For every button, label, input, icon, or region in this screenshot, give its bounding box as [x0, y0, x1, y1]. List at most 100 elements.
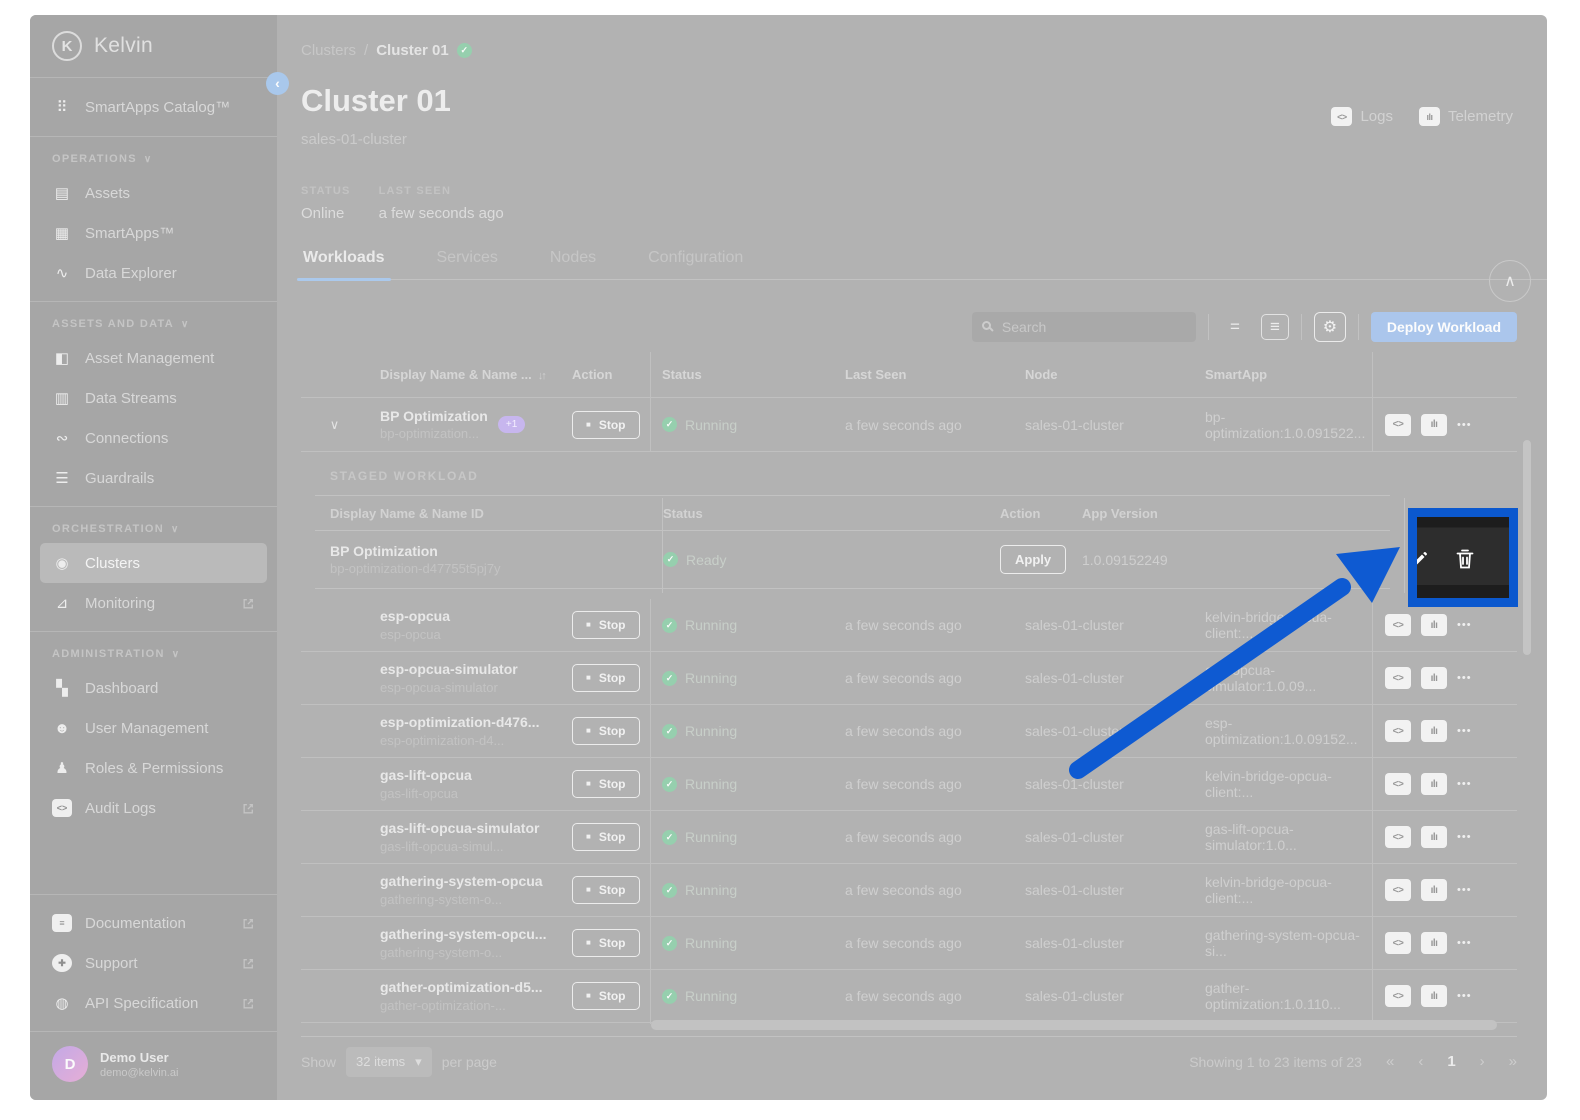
sidebar-item-api-specification[interactable]: ◍ API Specification — [40, 983, 267, 1023]
telemetry-icon[interactable]: ılı — [1421, 773, 1447, 795]
more-options-button[interactable]: ••• — [1457, 778, 1472, 790]
logs-icon[interactable]: <> — [1385, 773, 1411, 795]
telemetry-button[interactable]: ılı Telemetry — [1419, 107, 1513, 126]
expand-chevron-icon[interactable]: ∨ — [301, 417, 356, 433]
staged-row-bp-optimization[interactable]: BP Optimization bp-optimization-d47755t5… — [315, 531, 1390, 589]
horizontal-scrollbar[interactable] — [651, 1020, 1497, 1030]
telemetry-icon[interactable]: ılı — [1421, 879, 1447, 901]
telemetry-icon[interactable]: ılı — [1421, 667, 1447, 689]
logs-icon[interactable]: <> — [1385, 985, 1411, 1007]
section-administration[interactable]: ADMINISTRATION∨ — [52, 648, 255, 660]
table-row[interactable]: esp-optimization-d476... esp-optimizatio… — [301, 705, 1517, 758]
first-page-button[interactable]: « — [1386, 1053, 1394, 1070]
more-options-button[interactable]: ••• — [1457, 937, 1472, 949]
sidebar-item-support[interactable]: ✚ Support — [40, 943, 267, 983]
sidebar-item-assets[interactable]: ▤ Assets — [40, 173, 267, 213]
logs-icon[interactable]: <> — [1385, 667, 1411, 689]
logs-icon[interactable]: <> — [1385, 879, 1411, 901]
sidebar-item-clusters[interactable]: ◉ Clusters — [40, 543, 267, 583]
sidebar-item-smartapps-catalog[interactable]: ⠿ SmartApps Catalog™ — [40, 87, 267, 127]
next-page-button[interactable]: › — [1480, 1053, 1485, 1070]
table-row[interactable]: esp-opcua-simulator esp-opcua-simulator … — [301, 652, 1517, 705]
sidebar-item-monitoring[interactable]: ⊿ Monitoring — [40, 583, 267, 623]
stop-button[interactable]: ■Stop — [572, 770, 640, 798]
breadcrumb-clusters[interactable]: Clusters — [301, 42, 356, 59]
more-options-button[interactable]: ••• — [1457, 725, 1472, 737]
tab-nodes[interactable]: Nodes — [548, 245, 598, 279]
section-orchestration[interactable]: ORCHESTRATION∨ — [52, 523, 255, 535]
telemetry-icon[interactable]: ılı — [1421, 614, 1447, 636]
stop-button[interactable]: ■Stop — [572, 876, 640, 904]
sidebar-item-user-management[interactable]: ☻ User Management — [40, 708, 267, 748]
sidebar-item-roles-permissions[interactable]: ♟ Roles & Permissions — [40, 748, 267, 788]
table-settings-button[interactable]: ⚙ — [1314, 312, 1346, 342]
section-operations[interactable]: OPERATIONS∨ — [52, 153, 255, 165]
page-size-select[interactable]: 32 items ▾ — [346, 1047, 432, 1077]
telemetry-icon[interactable]: ılı — [1421, 985, 1447, 1007]
table-row[interactable]: gas-lift-opcua gas-lift-opcua ■Stop ✓Run… — [301, 758, 1517, 811]
logs-icon[interactable]: <> — [1385, 614, 1411, 636]
sidebar-item-guardrails[interactable]: ☰ Guardrails — [40, 458, 267, 498]
table-row-bp-optimization[interactable]: ∨ BP Optimization bp-optimization... +1 … — [301, 398, 1517, 452]
tab-services[interactable]: Services — [435, 245, 500, 279]
sidebar-item-data-streams[interactable]: ▥ Data Streams — [40, 378, 267, 418]
telemetry-icon[interactable]: ılı — [1421, 720, 1447, 742]
stop-button[interactable]: ■Stop — [572, 717, 640, 745]
telemetry-icon[interactable]: ılı — [1421, 826, 1447, 848]
table-row[interactable]: esp-opcua esp-opcua ■Stop ✓Running a few… — [301, 599, 1517, 652]
search-input[interactable] — [972, 312, 1196, 342]
logs-button[interactable]: <> Logs — [1331, 107, 1393, 126]
more-options-button[interactable]: ••• — [1457, 990, 1472, 1002]
table-row[interactable]: gathering-system-opcua gathering-system-… — [301, 864, 1517, 917]
last-seen-label: LAST SEEN — [379, 185, 504, 197]
telemetry-icon[interactable]: ılı — [1421, 932, 1447, 954]
compact-view-button[interactable]: = — [1221, 314, 1249, 340]
more-options-button[interactable]: ••• — [1457, 619, 1472, 631]
stop-button[interactable]: ■Stop — [572, 664, 640, 692]
more-options-button[interactable]: ••• — [1457, 831, 1472, 843]
table-row[interactable]: gather-optimization-d5... gather-optimiz… — [301, 970, 1517, 1023]
delete-icon[interactable] — [1453, 546, 1477, 577]
workload-id: gather-optimization-... — [380, 998, 543, 1015]
logs-icon[interactable]: <> — [1385, 826, 1411, 848]
last-page-button[interactable]: » — [1509, 1053, 1517, 1070]
status-text: Ready — [686, 552, 726, 568]
stop-button[interactable]: ■Stop — [572, 823, 640, 851]
stop-button[interactable]: ■Stop — [572, 929, 640, 957]
deploy-workload-button[interactable]: Deploy Workload — [1371, 312, 1517, 342]
more-options-button[interactable]: ••• — [1457, 419, 1472, 431]
logs-icon[interactable]: <> — [1385, 720, 1411, 742]
table-row[interactable]: gas-lift-opcua-simulator gas-lift-opcua-… — [301, 811, 1517, 864]
column-header-name[interactable]: Display Name & Name ...↓↑ — [356, 367, 560, 382]
prev-page-button[interactable]: ‹ — [1418, 1053, 1423, 1070]
apply-button[interactable]: Apply — [1000, 545, 1066, 574]
logs-icon[interactable]: <> — [1385, 414, 1411, 436]
sidebar-item-audit-logs[interactable]: <> Audit Logs — [40, 788, 267, 828]
sidebar-item-documentation[interactable]: ≡ Documentation — [40, 903, 267, 943]
telemetry-icon[interactable]: ılı — [1421, 414, 1447, 436]
user-profile[interactable]: D Demo User demo@kelvin.ai — [30, 1032, 277, 1100]
sort-icon[interactable]: ↓↑ — [538, 370, 545, 382]
stop-button[interactable]: ■Stop — [572, 982, 640, 1010]
table-row[interactable]: gathering-system-opcu... gathering-syste… — [301, 917, 1517, 970]
edit-icon[interactable] — [1410, 549, 1430, 574]
sidebar-item-smartapps[interactable]: ▦ SmartApps™ — [40, 213, 267, 253]
vertical-scrollbar[interactable] — [1523, 440, 1531, 655]
sidebar-item-data-explorer[interactable]: ∿ Data Explorer — [40, 253, 267, 293]
more-options-button[interactable]: ••• — [1457, 884, 1472, 896]
stop-button[interactable]: ■Stop — [572, 611, 640, 639]
section-assets-and-data[interactable]: ASSETS AND DATA∨ — [52, 318, 255, 330]
stop-button[interactable]: ■Stop — [572, 411, 640, 439]
sidebar-item-asset-management[interactable]: ◧ Asset Management — [40, 338, 267, 378]
node-cell: sales-01-cluster — [1013, 882, 1193, 898]
sidebar-collapse-button[interactable]: ‹ — [266, 72, 289, 95]
logs-icon[interactable]: <> — [1385, 932, 1411, 954]
tab-workloads[interactable]: Workloads — [301, 245, 387, 279]
expanded-view-button[interactable]: ≡ — [1261, 314, 1289, 340]
assets-icon: ▤ — [52, 184, 72, 202]
sidebar-item-connections[interactable]: ∾ Connections — [40, 418, 267, 458]
collapse-panel-button[interactable]: ∧ — [1489, 260, 1531, 302]
tab-configuration[interactable]: Configuration — [646, 245, 745, 279]
sidebar-item-dashboard[interactable]: ▚ Dashboard — [40, 668, 267, 708]
more-options-button[interactable]: ••• — [1457, 672, 1472, 684]
